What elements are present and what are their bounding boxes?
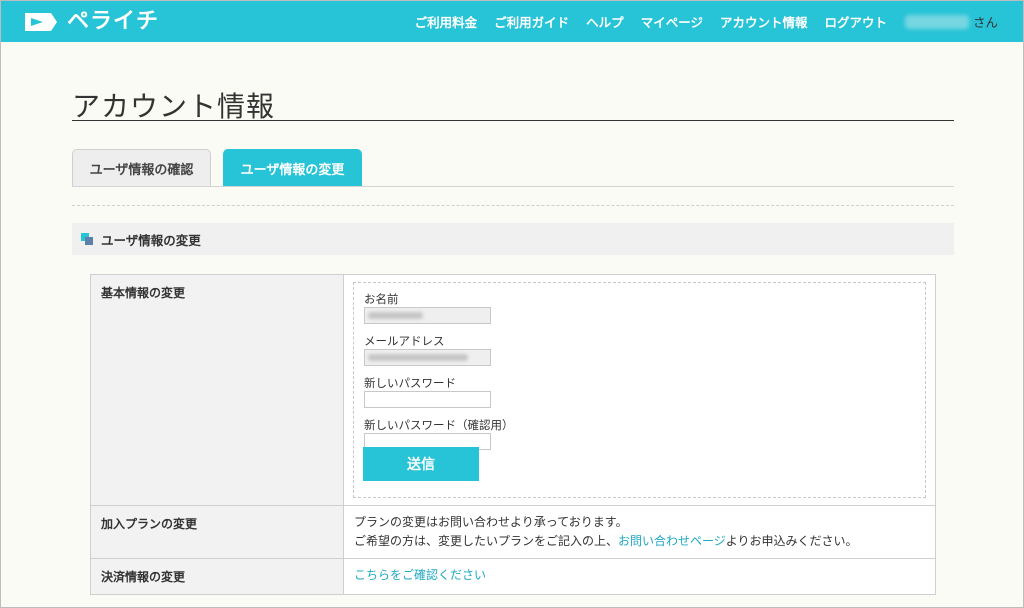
nav-account[interactable]: アカウント情報 [720, 12, 808, 31]
nav-help[interactable]: ヘルプ [586, 12, 624, 31]
user-info-table: 基本情報の変更 お名前 メールアドレス 新しいパスワード 新しいパスワード（確認… [90, 274, 936, 595]
nav-logout[interactable]: ログアウト [824, 12, 887, 31]
name-input[interactable] [364, 307, 491, 324]
user-suffix: さん [972, 15, 998, 30]
table-row: 決済情報の変更 こちらをご確認ください [90, 558, 936, 595]
main-nav: ご利用料金 ご利用ガイド ヘルプ マイページ アカウント情報 ログアウト さん [398, 1, 998, 42]
basic-info-label: 基本情報の変更 [90, 274, 344, 506]
nav-pricing[interactable]: ご利用料金 [415, 12, 478, 31]
logo[interactable]: ペライチ [23, 9, 159, 35]
nav-guide[interactable]: ご利用ガイド [494, 12, 569, 31]
name-value-redacted [368, 312, 423, 319]
squares-icon [81, 233, 93, 245]
page-title: アカウント情報 [72, 90, 276, 123]
tab-edit-user-info[interactable]: ユーザ情報の変更 [223, 149, 362, 187]
email-input[interactable] [364, 349, 491, 366]
top-header: ペライチ ご利用料金 ご利用ガイド ヘルプ マイページ アカウント情報 ログアウ… [1, 1, 1023, 42]
section-title: ユーザ情報の変更 [101, 232, 201, 248]
plan-change-text: プランの変更はお問い合わせより承っております。 ご希望の方は、変更したいプランを… [344, 506, 935, 558]
new-password-input[interactable] [364, 391, 491, 408]
email-label: メールアドレス [364, 334, 445, 348]
plan-line-1: プランの変更はお問い合わせより承っております。 [354, 515, 628, 529]
submit-button[interactable]: 送信 [363, 447, 479, 481]
payment-change-cell: こちらをご確認ください [343, 558, 936, 595]
dashed-divider [72, 205, 954, 206]
plan-change-cell: プランの変更はお問い合わせより承っております。 ご希望の方は、変更したいプランを… [343, 505, 936, 559]
table-row: 基本情報の変更 お名前 メールアドレス 新しいパスワード 新しいパスワード（確認… [90, 274, 936, 506]
plan-line-2-prefix: ご希望の方は、変更したいプランをご記入の上、 [354, 534, 619, 548]
logo-icon [25, 13, 57, 31]
name-label: お名前 [364, 292, 399, 306]
email-value-redacted [368, 354, 468, 361]
tab-view-user-info[interactable]: ユーザ情報の確認 [72, 149, 211, 187]
contact-page-link[interactable]: お問い合わせページ [618, 534, 726, 548]
payment-info-link[interactable]: こちらをご確認ください [344, 559, 935, 590]
section-header: ユーザ情報の変更 [72, 223, 954, 255]
confirm-password-label: 新しいパスワード（確認用） [364, 418, 514, 432]
basic-info-cell: お名前 メールアドレス 新しいパスワード 新しいパスワード（確認用） 送信 [343, 274, 936, 506]
logo-text: ペライチ [67, 9, 160, 34]
basic-info-form: お名前 メールアドレス 新しいパスワード 新しいパスワード（確認用） 送信 [353, 282, 926, 498]
plan-line-2: ご希望の方は、変更したいプランをご記入の上、お問い合わせページよりお申込みくださ… [354, 532, 925, 551]
tab-divider [72, 186, 954, 187]
title-divider [72, 120, 954, 121]
new-password-label: 新しいパスワード [364, 376, 456, 390]
table-row: 加入プランの変更 プランの変更はお問い合わせより承っております。 ご希望の方は、… [90, 505, 936, 559]
user-name-redacted [904, 14, 969, 29]
payment-change-label: 決済情報の変更 [90, 558, 344, 595]
nav-mypage[interactable]: マイページ [641, 12, 703, 31]
plan-line-2-suffix: よりお申込みください。 [725, 534, 858, 548]
plan-change-label: 加入プランの変更 [90, 505, 344, 559]
